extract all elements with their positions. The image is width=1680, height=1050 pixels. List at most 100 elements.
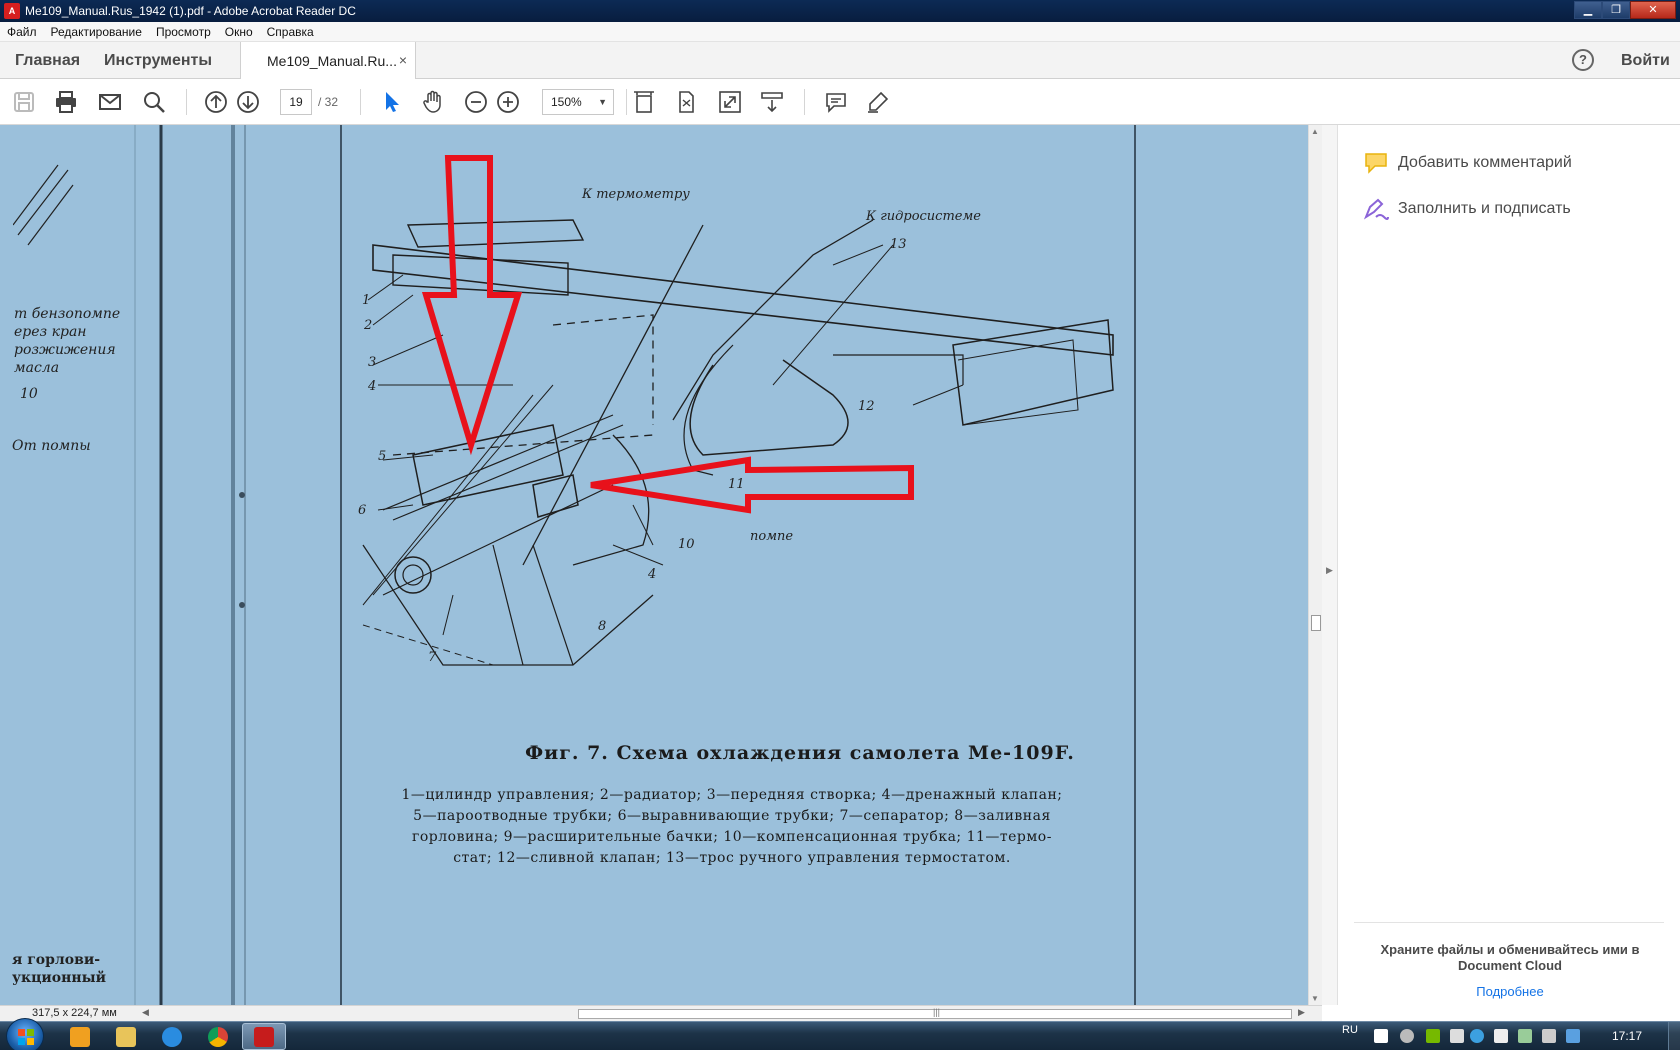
fit-page-icon[interactable] [674, 90, 698, 114]
hand-tool-icon[interactable] [421, 90, 445, 114]
add-comment-label: Добавить комментарий [1398, 154, 1572, 171]
vertical-scrollbar[interactable]: ▲ ▼ [1308, 125, 1322, 1005]
internet-explorer-icon [162, 1026, 182, 1047]
taskbar-internet-explorer[interactable] [150, 1023, 194, 1050]
dropbox-tray-icon[interactable] [1566, 1029, 1580, 1043]
margin-note-10: 10 [20, 386, 38, 402]
network-tray-icon[interactable] [1518, 1029, 1532, 1043]
tab-document[interactable]: Me109_Manual.Ru... × [240, 42, 416, 80]
scroll-thumb[interactable] [1311, 615, 1321, 631]
menu-bar: Файл Редактирование Просмотр Окно Справк… [0, 22, 1680, 42]
callout-2: 2 [364, 318, 373, 333]
g-tray-icon[interactable] [1400, 1029, 1414, 1043]
previous-page-icon[interactable] [204, 90, 228, 114]
fill-sign-button[interactable]: Заполнить и подписать [1362, 194, 1571, 224]
status-bar: 317,5 x 224,7 мм ◀ ||| ▶ [0, 1005, 1322, 1021]
close-tab-icon[interactable]: × [399, 52, 407, 68]
login-link[interactable]: Войти [1621, 42, 1670, 79]
close-window-button[interactable]: ✕ [1630, 1, 1676, 19]
document-viewport[interactable]: т бензопомпе ерез кран розжижения масла … [0, 125, 1322, 1005]
taskbar: RU 17:17 [0, 1018, 1680, 1050]
tab-bar: Главная Инструменты Me109_Manual.Ru... ×… [0, 42, 1680, 80]
menu-window[interactable]: Окно [218, 25, 260, 39]
taskbar-media-player[interactable] [58, 1023, 102, 1050]
scroll-down-icon[interactable]: ▼ [1311, 994, 1319, 1003]
chrome-icon [208, 1026, 228, 1047]
language-indicator[interactable]: RU [1342, 1024, 1358, 1036]
highlight-pen-icon[interactable] [866, 90, 890, 114]
clock[interactable]: 17:17 [1612, 1029, 1642, 1043]
full-screen-icon[interactable] [718, 90, 742, 114]
document-cloud-promo: Храните файлы и обменивайтесь ими в Docu… [1380, 942, 1640, 973]
page-number-input[interactable]: 19 [280, 89, 312, 115]
callout-1: 1 [362, 293, 371, 308]
callout-3: 3 [368, 355, 377, 370]
title-bar: A Me109_Manual.Rus_1942 (1).pdf - Adobe … [0, 0, 1680, 22]
start-button[interactable] [6, 1018, 44, 1050]
menu-view[interactable]: Просмотр [149, 25, 218, 39]
callout-thermometer: К термометру [582, 187, 690, 202]
zoom-out-icon[interactable] [464, 90, 488, 114]
zoom-in-icon[interactable] [496, 90, 520, 114]
volume-icon[interactable] [1542, 1029, 1556, 1043]
comment-icon[interactable] [824, 90, 848, 114]
print-icon[interactable] [54, 90, 78, 114]
scroll-left-icon[interactable]: ◀ [142, 1007, 149, 1018]
scroll-up-icon[interactable]: ▲ [1311, 127, 1319, 136]
margin-note-from-pump: От помпы [12, 438, 91, 454]
toolbar-separator [626, 89, 627, 115]
flag-tray-icon[interactable] [1494, 1029, 1508, 1043]
scroll-right-icon[interactable]: ▶ [1298, 1007, 1305, 1018]
window-title: Me109_Manual.Rus_1942 (1).pdf - Adobe Ac… [25, 4, 356, 18]
menu-file[interactable]: Файл [0, 25, 44, 39]
horizontal-scrollbar[interactable]: ||| [578, 1007, 1292, 1019]
callout-4: 4 [368, 379, 377, 394]
fill-sign-icon [1363, 198, 1389, 220]
tab-tools[interactable]: Инструменты [104, 42, 212, 79]
taskbar-explorer[interactable] [104, 1023, 148, 1050]
fill-sign-label: Заполнить и подписать [1398, 200, 1571, 217]
select-cursor-icon[interactable] [380, 90, 404, 114]
toolbar-separator [186, 89, 187, 115]
toolbar-separator [360, 89, 361, 115]
email-icon[interactable] [98, 90, 122, 114]
callout-10: 10 [678, 537, 695, 552]
acrobat-icon [254, 1026, 274, 1047]
scroll-grip-icon[interactable]: ||| [933, 1007, 940, 1017]
menu-edit[interactable]: Редактирование [44, 25, 149, 39]
tab-home[interactable]: Главная [15, 42, 80, 79]
windows-flag-tray-icon[interactable] [1374, 1029, 1388, 1043]
window-controls: ▁ ❐ ✕ [1574, 1, 1676, 19]
taskbar-chrome[interactable] [196, 1023, 240, 1050]
learn-more-link[interactable]: Подробнее [1370, 984, 1650, 999]
callout-11: 11 [728, 477, 745, 492]
device-tray-icon[interactable] [1450, 1029, 1464, 1043]
figure-legend: 1—цилиндр управления; 2—радиатор; 3—пере… [401, 787, 1063, 866]
callout-12: 12 [858, 399, 875, 414]
pane-divider [1354, 922, 1664, 923]
zoom-select[interactable]: 150% ▼ [542, 89, 614, 115]
minimize-button[interactable]: ▁ [1574, 1, 1602, 19]
show-desktop-button[interactable] [1668, 1022, 1680, 1050]
media-player-icon [70, 1026, 90, 1047]
skype-tray-icon[interactable] [1470, 1029, 1484, 1043]
toolbar: 19 / 32 150% ▼ [0, 79, 1680, 125]
add-comment-button[interactable]: Добавить комментарий [1362, 148, 1572, 178]
save-icon[interactable] [12, 90, 36, 114]
margin-note-bottom: я горлови- укционный [12, 952, 107, 986]
callout-6: 6 [358, 503, 367, 518]
right-pane-toggle[interactable]: ▶ [1322, 125, 1338, 1005]
taskbar-acrobat[interactable] [242, 1023, 286, 1050]
nvidia-tray-icon[interactable] [1426, 1029, 1440, 1043]
scroll-mode-icon[interactable] [760, 90, 784, 114]
fit-width-icon[interactable] [632, 90, 656, 114]
folder-icon [116, 1026, 136, 1047]
callout-5: 5 [378, 449, 387, 464]
maximize-button[interactable]: ❐ [1602, 1, 1630, 19]
help-icon[interactable]: ? [1572, 49, 1594, 71]
menu-help[interactable]: Справка [260, 25, 321, 39]
zoom-value: 150% [551, 95, 582, 109]
toolbar-separator [804, 89, 805, 115]
next-page-icon[interactable] [236, 90, 260, 114]
search-icon[interactable] [142, 90, 166, 114]
